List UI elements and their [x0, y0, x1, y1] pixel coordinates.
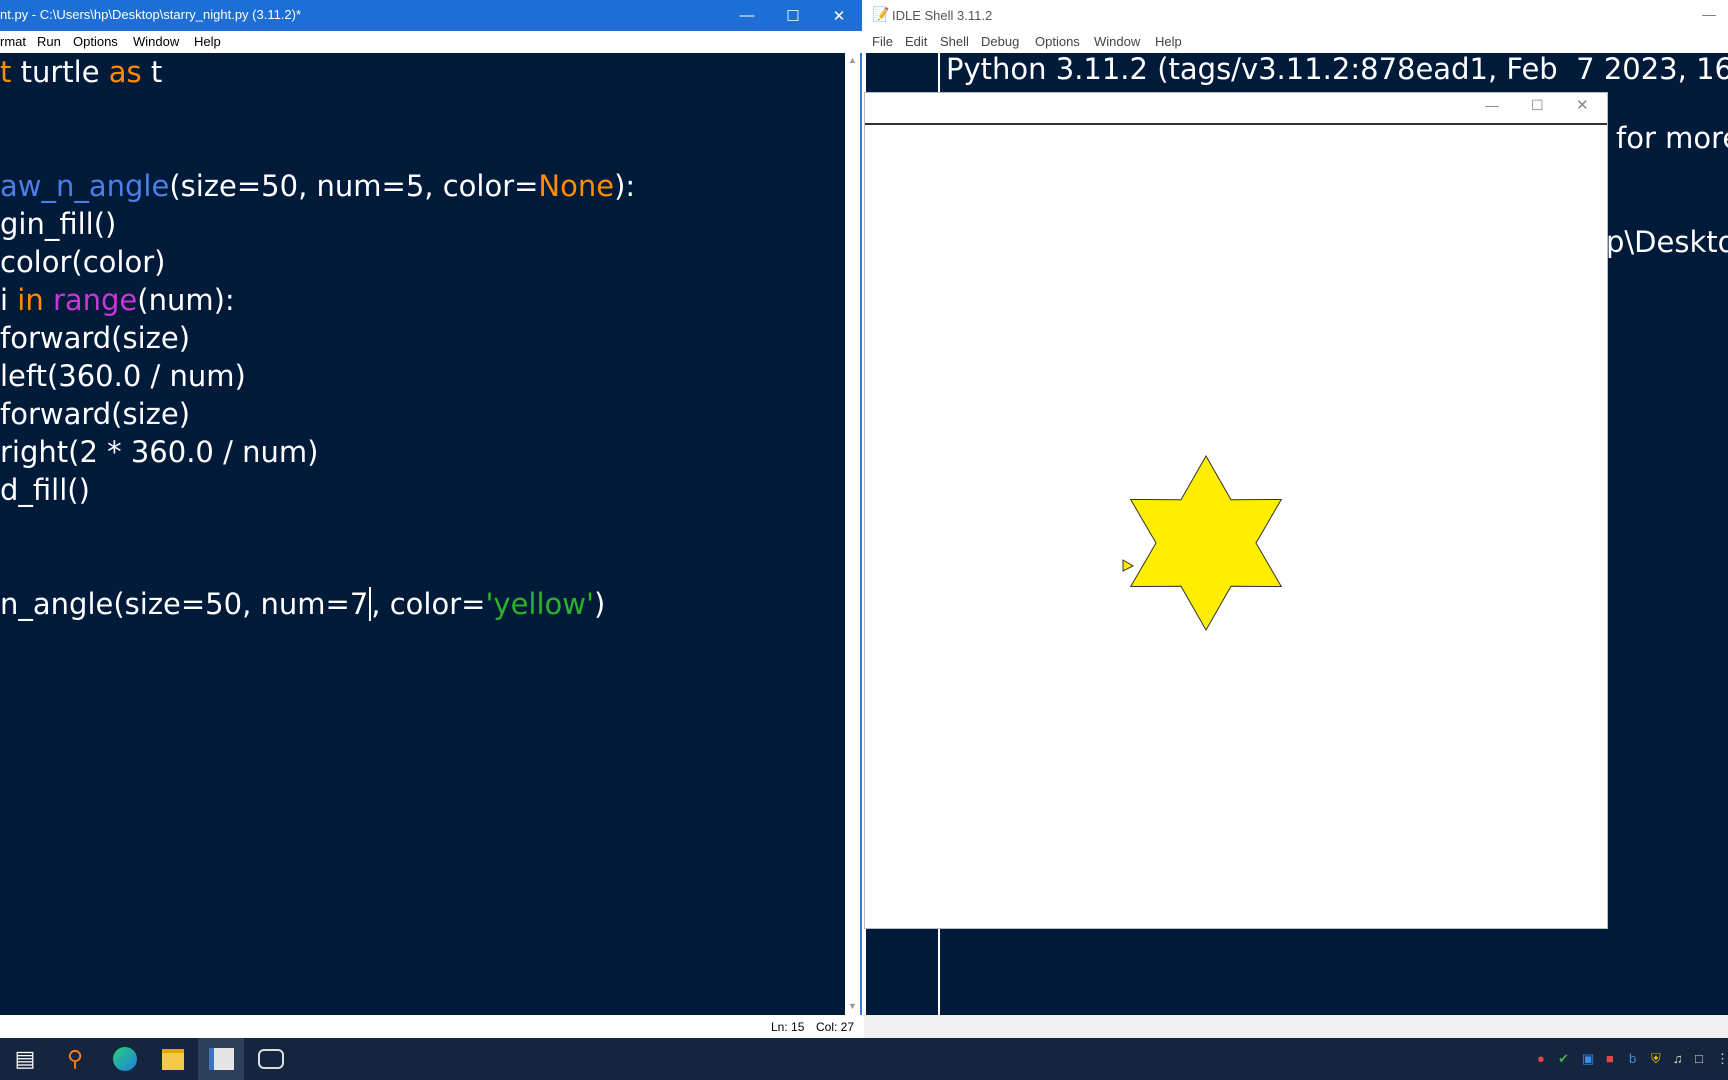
task-view-icon[interactable]: ▤	[2, 1038, 48, 1080]
menu-format[interactable]: rmat	[0, 34, 26, 49]
desktop-icon[interactable]: □	[1695, 1051, 1703, 1066]
edge-icon[interactable]	[102, 1038, 148, 1080]
function-name-token: aw_n_angle	[0, 169, 170, 203]
status-line: Ln: 15	[771, 1020, 805, 1034]
code-line-left: left(360.0 / num)	[0, 359, 246, 393]
shell-banner: Python 3.11.2 (tags/v3.11.2:878ead1, Feb…	[946, 53, 1728, 86]
code-token: t	[141, 55, 163, 89]
minimize-button[interactable]: —	[724, 0, 770, 31]
menu-file[interactable]: File	[872, 34, 893, 49]
menu-help[interactable]: Help	[194, 34, 221, 49]
menu-help[interactable]: Help	[1155, 34, 1182, 49]
code-line-begin-fill: gin_fill()	[0, 207, 117, 241]
editor-scrollbar[interactable]: ▲ ▼	[845, 53, 860, 1015]
keyword-token: t	[0, 55, 12, 89]
shield-icon[interactable]: ⛨	[1651, 1051, 1661, 1067]
shell-title: IDLE Shell 3.11.2	[892, 8, 993, 23]
scroll-down-icon[interactable]: ▼	[848, 1001, 857, 1011]
menu-window[interactable]: Window	[1094, 34, 1140, 49]
turtle-titlebar[interactable]: — ☐ ✕	[865, 93, 1607, 125]
code-token: turtle	[11, 55, 109, 89]
code-token: n_angle(size=50, num=7	[0, 587, 369, 621]
turtle-cursor-icon	[1122, 559, 1135, 572]
menu-window[interactable]: Window	[133, 34, 179, 49]
code-token: (num):	[137, 283, 235, 317]
code-token: )	[593, 587, 606, 621]
menu-shell[interactable]: Shell	[940, 34, 969, 49]
code-line-def: aw_n_angle(size=50, num=5, color=None):	[0, 167, 635, 205]
shell-menubar: File Edit Shell Debug Options Window Hel…	[864, 31, 1728, 53]
editor-menubar: rmat Run Options Window Help	[0, 31, 862, 53]
code-line-1: t turtle as t	[0, 53, 162, 91]
code-line-call: n_angle(size=50, num=7, color='yellow')	[0, 585, 605, 623]
search-icon[interactable]: ⚲	[52, 1038, 98, 1080]
tray-app-icon[interactable]: ✔	[1558, 1051, 1569, 1067]
idle-icon: 📝	[872, 6, 890, 22]
code-line-right: right(2 * 360.0 / num)	[0, 435, 319, 469]
string-token: 'yellow'	[485, 587, 594, 621]
code-token: ):	[614, 169, 636, 203]
file-explorer-icon[interactable]	[150, 1038, 196, 1080]
maximize-button[interactable]: ☐	[770, 0, 816, 31]
taskbar: ▤ ⚲ ● ✔ ▣ ■ b ⛨ ♫ □ ⋮	[0, 1038, 1728, 1080]
shell-statusbar	[864, 1015, 1728, 1038]
menu-debug[interactable]: Debug	[981, 34, 1019, 49]
python-idle-icon[interactable]	[198, 1038, 244, 1080]
menu-edit[interactable]: Edit	[905, 34, 927, 49]
keyword-token: None	[538, 169, 615, 203]
minimize-icon: —	[739, 7, 755, 24]
shell-line-2: for more	[1616, 121, 1728, 155]
turtle-close-icon[interactable]: ✕	[1576, 96, 1589, 114]
code-line-forward-1: forward(size)	[0, 321, 191, 355]
turtle-canvas	[1122, 454, 1283, 632]
shell-minimize-icon[interactable]: —	[1702, 6, 1716, 22]
shell-line-3: p\Deskto	[1606, 225, 1728, 259]
turtle-minimize-icon[interactable]: —	[1485, 97, 1499, 113]
code-line-color: color(color)	[0, 245, 166, 279]
keyword-token: as	[108, 55, 142, 89]
turtle-maximize-icon[interactable]: ☐	[1531, 97, 1544, 114]
code-token: (size=50, num=5, color=	[169, 169, 539, 203]
record-icon[interactable]: ●	[1537, 1051, 1545, 1066]
editor-title: nt.py - C:\Users\hp\Desktop\starry_night…	[0, 7, 302, 22]
status-col: Col: 27	[816, 1020, 855, 1034]
ime-icon[interactable]: ⋮	[1716, 1051, 1728, 1067]
bing-icon[interactable]: b	[1629, 1051, 1636, 1066]
shell-titlebar[interactable]: 📝 IDLE Shell 3.11.2 —	[864, 0, 1728, 31]
editor-statusbar: Ln: 15 Col: 27	[0, 1015, 862, 1038]
code-line-for: i in range(num):	[0, 281, 235, 319]
code-editor[interactable]: t turtle as t aw_n_angle(size=50, num=5,…	[0, 53, 845, 1015]
builtin-token: range	[52, 283, 138, 317]
tray-app-2-icon[interactable]: ■	[1606, 1051, 1614, 1066]
code-line-end-fill: d_fill()	[0, 473, 90, 507]
volume-icon[interactable]: ♫	[1673, 1051, 1683, 1066]
editor-titlebar[interactable]: nt.py - C:\Users\hp\Desktop\starry_night…	[0, 0, 862, 31]
app-icon[interactable]	[248, 1038, 294, 1080]
keyword-token: in	[17, 283, 44, 317]
maximize-icon: ☐	[786, 7, 800, 25]
star-shape	[1129, 454, 1283, 632]
menu-options[interactable]: Options	[1035, 34, 1080, 49]
code-token: , color=	[371, 587, 486, 621]
code-line-forward-2: forward(size)	[0, 397, 191, 431]
close-icon: ✕	[832, 7, 846, 25]
network-icon[interactable]: ▣	[1582, 1051, 1594, 1067]
code-token: i	[0, 283, 18, 317]
turtle-window: — ☐ ✕	[864, 92, 1608, 929]
menu-run[interactable]: Run	[37, 34, 61, 49]
menu-options[interactable]: Options	[73, 34, 118, 49]
scroll-up-icon[interactable]: ▲	[848, 55, 857, 65]
close-button[interactable]: ✕	[816, 0, 862, 31]
editor-window: nt.py - C:\Users\hp\Desktop\starry_night…	[0, 0, 862, 1038]
